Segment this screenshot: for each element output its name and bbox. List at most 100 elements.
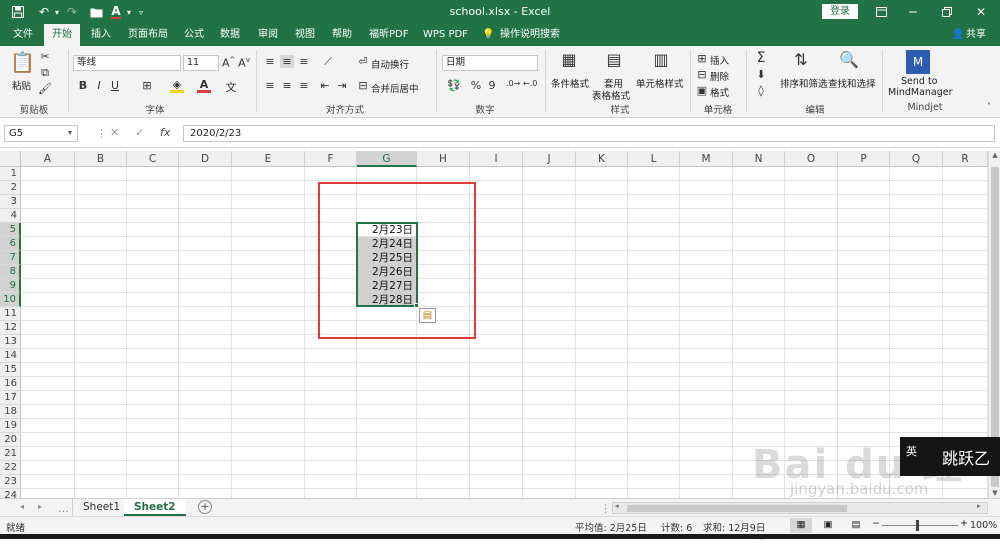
column-header-j[interactable]: J [523, 151, 576, 167]
align-right-icon[interactable]: ≡ [297, 79, 311, 92]
row-header-6[interactable]: 6 [0, 237, 21, 251]
align-top-icon[interactable]: ≡ [263, 55, 277, 68]
number-format-select[interactable]: 日期 [442, 55, 538, 71]
row-header-1[interactable]: 1 [0, 167, 21, 181]
row-header-21[interactable]: 21 [0, 447, 21, 461]
collapse-ribbon-icon[interactable]: ˄ [984, 102, 994, 111]
add-sheet-icon[interactable]: + [198, 500, 212, 514]
delete-cells-button[interactable]: 删除 [710, 69, 729, 83]
tab-insert[interactable]: 插入 [89, 24, 113, 46]
row-header-2[interactable]: 2 [0, 181, 21, 195]
name-box-dropdown-icon[interactable]: ▾ [68, 128, 72, 137]
row-header-19[interactable]: 19 [0, 419, 21, 433]
column-header-n[interactable]: N [733, 151, 785, 167]
sort-filter-icon[interactable]: ⇅ [788, 50, 814, 72]
mindmanager-icon[interactable]: M [906, 50, 930, 74]
percent-button[interactable]: % [470, 79, 482, 92]
minimize-icon[interactable]: ─ [906, 4, 920, 20]
next-sheet-icon[interactable]: ▸ [38, 502, 42, 511]
decrease-decimal-icon[interactable]: ←.0 [523, 79, 537, 88]
horizontal-scrollbar[interactable]: ◂ ▸ [612, 502, 988, 514]
column-header-b[interactable]: B [75, 151, 127, 167]
insert-function-button[interactable]: fx [160, 126, 170, 139]
formula-input[interactable]: 2020/2/23 [183, 125, 995, 142]
page-layout-view-icon[interactable]: ▣ [818, 518, 838, 533]
increase-font-icon[interactable]: A^ [222, 56, 235, 70]
row-header-8[interactable]: 8 [0, 265, 21, 279]
sheet-tab-sheet2[interactable]: Sheet2 [124, 499, 186, 516]
name-box[interactable]: G5 [4, 125, 78, 142]
horizontal-scroll-thumb[interactable] [627, 505, 847, 512]
tab-view[interactable]: 视图 [293, 24, 317, 46]
column-header-e[interactable]: E [232, 151, 305, 167]
italic-button[interactable]: I [93, 79, 105, 92]
insert-cells-button[interactable]: 插入 [710, 53, 729, 67]
scroll-left-icon[interactable]: ◂ [615, 502, 619, 510]
tab-wps-pdf[interactable]: WPS PDF [421, 24, 470, 46]
column-header-h[interactable]: H [417, 151, 470, 167]
column-header-o[interactable]: O [785, 151, 838, 167]
tab-data[interactable]: 数据 [218, 24, 242, 46]
align-middle-icon[interactable]: ≡ [280, 55, 294, 68]
column-header-q[interactable]: Q [890, 151, 943, 167]
decrease-indent-icon[interactable]: ⇤ [318, 79, 332, 92]
row-header-24[interactable]: 24 [0, 489, 21, 498]
tab-home[interactable]: 开始 [44, 24, 80, 46]
wrap-text-icon[interactable]: ⏎ [357, 55, 369, 68]
row-header-14[interactable]: 14 [0, 349, 21, 363]
row-header-5[interactable]: 5 [0, 223, 21, 237]
tell-me-search[interactable]: 操作说明搜索 [498, 24, 562, 46]
column-header-m[interactable]: M [680, 151, 733, 167]
row-header-12[interactable]: 12 [0, 321, 21, 335]
phonetic-icon[interactable]: 文 [224, 79, 238, 95]
row-header-23[interactable]: 23 [0, 475, 21, 489]
row-header-15[interactable]: 15 [0, 363, 21, 377]
decrease-font-icon[interactable]: Av [238, 56, 250, 70]
tab-foxit-pdf[interactable]: 福昕PDF [367, 24, 410, 46]
format-cells-icon[interactable]: ▣ [696, 84, 708, 97]
fill-icon[interactable]: ⬇ [754, 68, 768, 81]
increase-indent-icon[interactable]: ⇥ [335, 79, 349, 92]
format-painter-icon[interactable]: 🖌 [38, 82, 52, 95]
align-bottom-icon[interactable]: ≡ [297, 55, 311, 68]
borders-icon[interactable]: ⊞ [140, 79, 154, 92]
enter-icon[interactable]: ✓ [135, 126, 144, 139]
column-header-a[interactable]: A [21, 151, 75, 167]
cut-icon[interactable]: ✂ [38, 50, 52, 63]
sort-filter-button[interactable]: 排序和筛选 [780, 76, 828, 90]
align-center-icon[interactable]: ≡ [280, 79, 294, 92]
cell-styles-icon[interactable]: ▥ [650, 50, 672, 72]
restore-icon[interactable] [940, 4, 954, 20]
find-select-button[interactable]: 查找和选择 [828, 76, 876, 90]
zoom-level[interactable]: 100% [970, 520, 997, 531]
merge-center-button[interactable]: 合并后居中 [371, 81, 419, 95]
send-to-line2[interactable]: MindManager [888, 87, 953, 98]
insert-cells-icon[interactable]: ⊞ [696, 52, 708, 65]
sheet-more-icon[interactable]: … [58, 502, 69, 515]
row-header-20[interactable]: 20 [0, 433, 21, 447]
merge-icon[interactable]: ⊟ [357, 79, 369, 92]
row-header-4[interactable]: 4 [0, 209, 21, 223]
send-to-line1[interactable]: Send to [901, 76, 937, 87]
tab-page-layout[interactable]: 页面布局 [126, 24, 170, 46]
row-header-10[interactable]: 10 [0, 293, 21, 307]
font-name-select[interactable]: 等线 [73, 55, 181, 71]
delete-cells-icon[interactable]: ⊟ [696, 68, 708, 81]
paste-icon[interactable]: 📋 [10, 50, 35, 78]
row-header-16[interactable]: 16 [0, 377, 21, 391]
orientation-icon[interactable]: ⟋ [318, 55, 338, 69]
tab-formulas[interactable]: 公式 [182, 24, 206, 46]
autosum-button[interactable]: Σ [754, 50, 768, 66]
column-header-g[interactable]: G [357, 151, 417, 167]
conditional-format-icon[interactable]: ▦ [558, 50, 580, 72]
zoom-slider-thumb[interactable] [916, 520, 919, 531]
select-all-corner[interactable] [0, 151, 21, 167]
tab-review[interactable]: 审阅 [256, 24, 280, 46]
row-header-11[interactable]: 11 [0, 307, 21, 321]
cell-styles-button[interactable]: 单元格样式 [636, 76, 684, 90]
align-left-icon[interactable]: ≡ [263, 79, 277, 92]
format-cells-button[interactable]: 格式 [710, 85, 729, 99]
row-header-7[interactable]: 7 [0, 251, 21, 265]
row-header-17[interactable]: 17 [0, 391, 21, 405]
clear-icon[interactable]: ◊ [754, 84, 768, 97]
